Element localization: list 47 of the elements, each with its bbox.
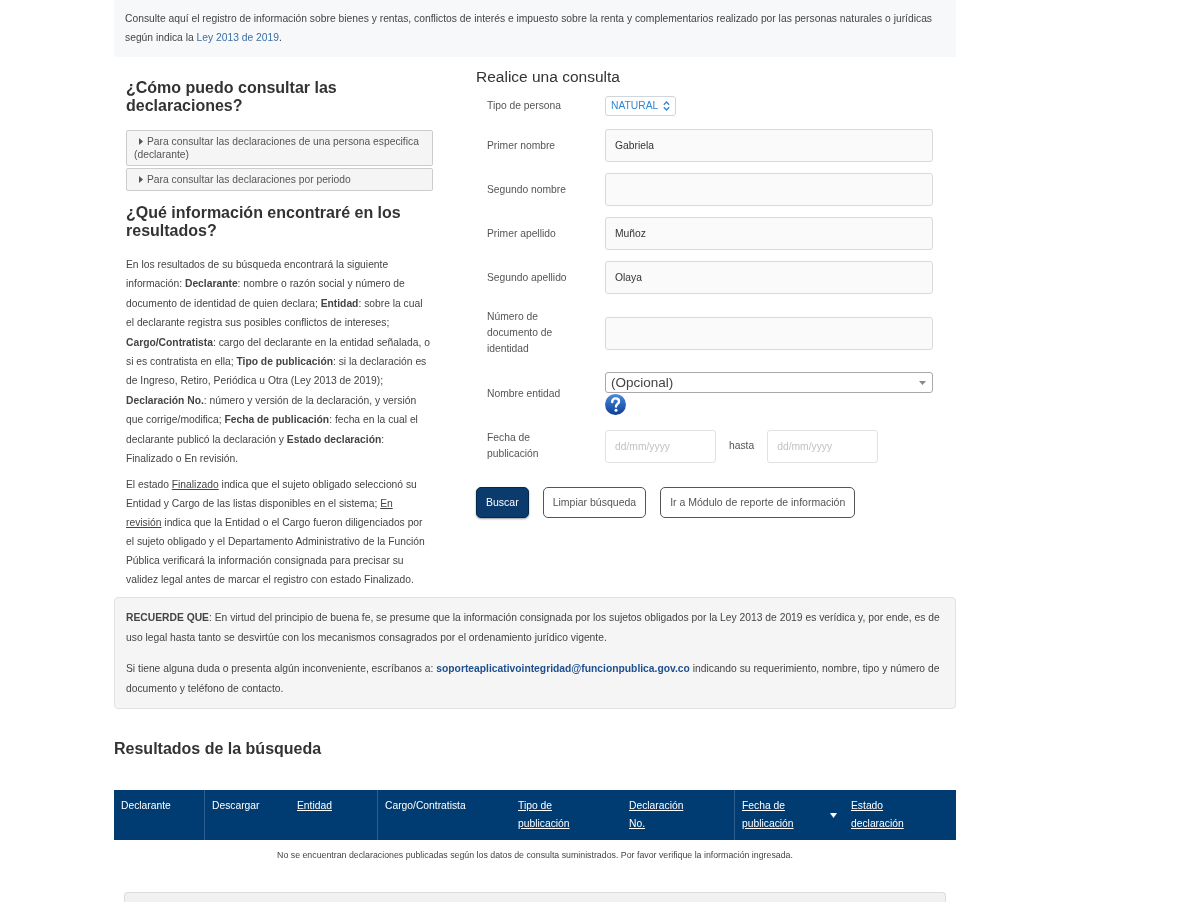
- person-type-select[interactable]: NATURAL: [605, 96, 677, 116]
- help-icon[interactable]: [605, 394, 626, 415]
- table-empty-message: No se encuentran declaraciones publicadas según los datos de consulta suministrados. Por favor verifique la información ingresada.: [276, 849, 794, 862]
- field-label: Segundo nombre: [487, 182, 567, 197]
- accordion-item[interactable]: Para consultar las declaraciones por periodo: [126, 168, 433, 191]
- search-button[interactable]: Buscar: [476, 487, 529, 518]
- section-heading: ¿Qué información encontraré en los resultados?: [126, 204, 402, 240]
- column-header-link[interactable]: Tipo de publicación: [518, 797, 590, 834]
- field-label: Tipo de persona: [487, 99, 563, 113]
- column-header-link[interactable]: Estado declaración: [851, 797, 923, 834]
- chevron-up-down-icon: [663, 101, 671, 111]
- status-description: El estado Finalizado indica que el sujeto obligado seleccionó su Entidad y Cargo de las listas disponibles en el sistema; En revisión indica que la Entidad o el Cargo fueron diligenciados por el sujeto obligado y el Departamento Administrativo de la Función Pública verificará la información consignada para precisar su validez legal antes de marcar el registro con estado Finalizado.: [126, 478, 426, 588]
- contact-text: Si tiene alguna duda o presenta algún inconveniente, escríbanos a: soporteaplicativointegridad@funcionpublica.gov.co indicando su requerimiento, nombre, tipo y número de documento y teléfono de contacto.: [126, 662, 941, 696]
- column-header: Declarante: [121, 799, 171, 814]
- accordion-item[interactable]: Para consultar las declaraciones de una persona especifica (declarante): [126, 130, 433, 166]
- entity-combobox[interactable]: (Opcional): [605, 372, 933, 393]
- section-heading: ¿Cómo puedo consultar las declaraciones?: [126, 79, 338, 115]
- last-name-field[interactable]: Muñoz: [605, 217, 933, 250]
- middle-name-field[interactable]: [605, 173, 933, 206]
- field-label: Primer apellido: [487, 226, 557, 241]
- law-link[interactable]: Ley 2013 de 2019: [196, 32, 279, 43]
- first-name-field[interactable]: Gabriela: [605, 129, 933, 162]
- results-description: En los resultados de su búsqueda encontrará la siguiente información: Declarante: nombre o razón social y número de documento de identidad de quien declara; Entidad: sobre la cual el declarante registra sus posibles conflictos de intereses; Cargo/Contratista: cargo del declarante en la entidad señalada, o si es contratista en ella; Tipo de publicación: si la declaración es de Ingreso, Retiro, Periódica u Otra (Ley 2013 de 2019); Declaración No.: número y versión de la declaración, y versión que corrige/modifica; Fecha de publicación: fecha en la cual el declarante publicó la declaración y Estado declaración: Finalizado o En revisión.: [126, 258, 431, 467]
- results-heading: Resultados de la búsqueda: [114, 739, 323, 760]
- column-header: Cargo/Contratista: [385, 799, 466, 814]
- field-label: Fecha de publicación: [487, 431, 540, 461]
- field-label: Número de documento de identidad: [487, 310, 554, 356]
- field-label: Segundo apellido: [487, 270, 568, 285]
- column-header-link[interactable]: Declaración No.: [629, 797, 701, 834]
- date-from-field[interactable]: dd/mm/yyyy: [605, 429, 716, 463]
- second-last-name-field[interactable]: Olaya: [605, 261, 933, 294]
- report-module-button[interactable]: Ir a Módulo de reporte de información: [660, 487, 856, 518]
- field-label: Nombre entidad: [487, 386, 562, 401]
- form-title: Realice una consulta: [476, 67, 621, 87]
- caret-down-icon: [919, 380, 926, 385]
- id-number-field[interactable]: [605, 316, 933, 350]
- column-header: Descargar: [212, 799, 260, 814]
- intro-text: Consulte aquí el registro de información sobre bienes y rentas, conflictos de interés e impuesto sobre la renta y complementarios realizado por las personas naturales o jurídicas según indica la Ley 2013 de 2019.: [125, 12, 933, 45]
- email-link[interactable]: soporteaplicativointegridad@funcionpublica.gov.co: [436, 663, 690, 675]
- column-header-link[interactable]: Entidad: [297, 797, 332, 834]
- sort-arrow-icon[interactable]: [830, 812, 837, 818]
- clear-search-button[interactable]: Limpiar búsqueda: [542, 487, 647, 518]
- range-separator: hasta: [729, 439, 755, 454]
- date-to-field[interactable]: dd/mm/yyyy: [767, 429, 879, 463]
- field-label: Primer nombre: [487, 138, 557, 153]
- reminder-text: RECUERDE QUE: En virtud del principio de buena fe, se presume que la información consignada por los sujetos obligados por la Ley 2013 de 2019 es verídica y, por ende, es de uso legal hasta tanto se desvirtúe con los mecanismos consagrados por el ordenamiento jurídico vigente.: [126, 611, 941, 646]
- column-header-link[interactable]: Fecha de publicación: [742, 797, 814, 834]
